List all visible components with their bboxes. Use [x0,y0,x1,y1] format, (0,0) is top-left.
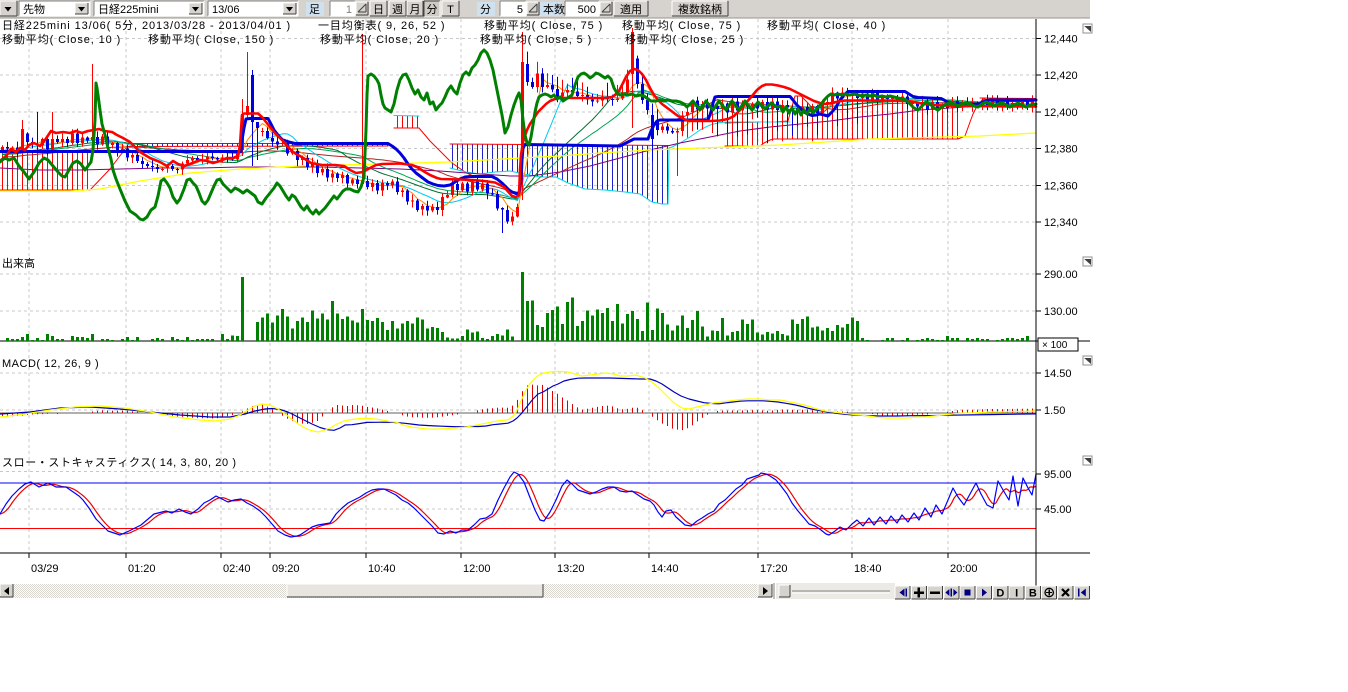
svg-text:分: 分 [427,3,438,16]
svg-text:複数銘柄: 複数銘柄 [678,2,722,16]
svg-text:12,420: 12,420 [1044,70,1078,82]
svg-text:09:20: 09:20 [272,563,300,575]
svg-text:移動平均( Close, 20 ): 移動平均( Close, 20 ) [320,32,439,46]
svg-text:20:00: 20:00 [950,563,978,575]
svg-text:出来高: 出来高 [2,256,35,270]
svg-text:週: 週 [392,3,403,16]
svg-text:移動平均( Close, 40 ): 移動平均( Close, 40 ) [767,18,886,32]
svg-text:T: T [447,4,454,16]
svg-text:17:20: 17:20 [760,563,788,575]
svg-text:適用: 適用 [620,2,642,16]
svg-text:12:00: 12:00 [463,563,491,575]
svg-text:本数: 本数 [543,2,565,16]
svg-text:12,380: 12,380 [1044,144,1078,156]
svg-text:月: 月 [410,4,421,16]
svg-text:MACD( 12, 26, 9 ): MACD( 12, 26, 9 ) [2,358,99,370]
svg-text:290.00: 290.00 [1044,269,1078,281]
svg-text:130.00: 130.00 [1044,306,1078,318]
svg-text:95.00: 95.00 [1044,469,1072,481]
svg-text:日経225mini 13/06( 5分, 2013/03/2: 日経225mini 13/06( 5分, 2013/03/28 - 2013/0… [2,19,291,32]
svg-text:移動平均( Close, 25 ): 移動平均( Close, 25 ) [625,32,744,46]
svg-text:12,340: 12,340 [1044,217,1078,229]
svg-text:移動平均( Close, 75 ): 移動平均( Close, 75 ) [484,18,603,32]
svg-text:01:20: 01:20 [128,563,156,575]
svg-text:14.50: 14.50 [1044,368,1072,380]
svg-text:先物: 先物 [23,2,45,16]
svg-text:13:20: 13:20 [557,563,585,575]
svg-text:1: 1 [346,4,352,16]
svg-text:I: I [1015,588,1018,600]
svg-text:13/06: 13/06 [212,4,240,16]
svg-text:03/29: 03/29 [31,563,59,575]
svg-text:12,440: 12,440 [1044,33,1078,45]
svg-text:5: 5 [517,4,523,16]
svg-text:× 100: × 100 [1042,340,1068,351]
svg-text:18:40: 18:40 [854,563,882,575]
svg-text:500: 500 [578,4,596,16]
svg-text:日: 日 [373,4,384,16]
svg-text:12,360: 12,360 [1044,180,1078,192]
svg-text:分: 分 [480,3,491,16]
svg-text:12,400: 12,400 [1044,107,1078,119]
svg-text:1.50: 1.50 [1044,405,1065,417]
svg-text:02:40: 02:40 [223,563,251,575]
svg-text:一目均衡表( 9, 26, 52 ): 一目均衡表( 9, 26, 52 ) [318,18,445,32]
svg-text:45.00: 45.00 [1044,504,1072,516]
svg-text:足: 足 [309,4,320,16]
svg-text:移動平均( Close, 5 ): 移動平均( Close, 5 ) [480,32,592,46]
svg-text:スロー・ストキャスティクス( 14, 3, 80, 20 ): スロー・ストキャスティクス( 14, 3, 80, 20 ) [2,456,237,469]
svg-text:D: D [996,588,1004,600]
svg-text:移動平均( Close, 75 ): 移動平均( Close, 75 ) [622,18,741,32]
svg-text:10:40: 10:40 [368,563,396,575]
svg-text:移動平均( Close, 150 ): 移動平均( Close, 150 ) [148,32,274,46]
svg-text:日経225mini: 日経225mini [98,3,159,16]
svg-text:B: B [1029,588,1037,600]
svg-text:移動平均( Close, 10 ): 移動平均( Close, 10 ) [2,32,121,46]
svg-text:14:40: 14:40 [651,563,679,575]
